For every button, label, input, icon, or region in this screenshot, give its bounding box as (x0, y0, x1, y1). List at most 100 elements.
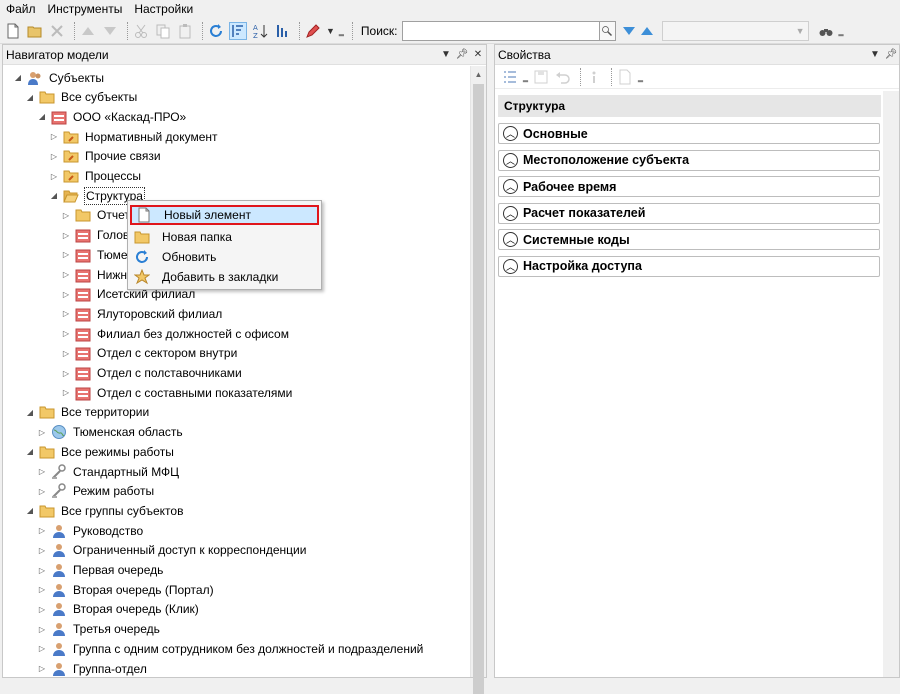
search-prev-icon[interactable] (638, 22, 656, 40)
expand-arrow-icon[interactable]: ▷ (61, 250, 71, 260)
expand-arrow-icon[interactable]: ▷ (37, 486, 47, 496)
list-view-icon[interactable] (501, 68, 519, 86)
expand-arrow-icon[interactable]: ▷ (37, 526, 47, 536)
new-document-icon[interactable] (4, 22, 22, 40)
collapse-circle-icon[interactable]: ︿ (503, 259, 518, 274)
sort-az-icon[interactable]: AZ (251, 22, 269, 40)
expand-arrow-icon[interactable]: ▷ (37, 565, 47, 575)
expand-arrow-icon[interactable]: ▷ (61, 210, 71, 220)
search-next-icon[interactable] (620, 22, 638, 40)
collapse-arrow-icon[interactable]: ◢ (49, 191, 59, 201)
collapse-arrow-icon[interactable]: ◢ (25, 506, 35, 516)
tree-row[interactable]: ▷Вторая очередь (Портал) (37, 580, 215, 599)
expand-arrow-icon[interactable]: ▷ (37, 467, 47, 477)
open-folder-icon[interactable] (26, 22, 44, 40)
binoculars-icon[interactable] (817, 22, 835, 40)
context-new-folder[interactable]: Новая папка (130, 227, 319, 247)
info-icon[interactable] (585, 68, 603, 86)
collapse-circle-icon[interactable]: ︿ (503, 179, 518, 194)
collapse-circle-icon[interactable]: ︿ (503, 206, 518, 221)
collapse-circle-icon[interactable]: ︿ (503, 126, 518, 141)
sort-desc-icon[interactable] (273, 22, 291, 40)
collapse-arrow-icon[interactable]: ◢ (25, 407, 35, 417)
tree-scrollbar[interactable]: ▲ (470, 66, 486, 677)
toolbar-overflow-icon[interactable]: ‗ (523, 72, 528, 82)
tree-row[interactable]: ◢ООО «Каскад-ПРО» (37, 107, 187, 126)
properties-section[interactable]: ︿Рабочее время (498, 176, 880, 197)
tree-row[interactable]: ▷Группа-отдел (37, 659, 148, 677)
properties-section[interactable]: ︿Расчет показателей (498, 203, 880, 224)
tree-row[interactable]: ▷Прочие связи (49, 147, 162, 166)
properties-section[interactable]: ︿Основные (498, 123, 880, 144)
document-icon[interactable] (616, 68, 634, 86)
expand-arrow-icon[interactable]: ▷ (61, 270, 71, 280)
expand-arrow-icon[interactable]: ▷ (37, 585, 47, 595)
properties-scrollbar[interactable] (883, 91, 899, 677)
menu-settings[interactable]: Настройки (128, 0, 199, 18)
tree-row[interactable]: ▷Головн (61, 226, 137, 245)
move-up-icon[interactable] (79, 22, 97, 40)
expand-arrow-icon[interactable]: ▷ (49, 151, 59, 161)
tree-row[interactable]: ▷Филиал без должностей с офисом (61, 324, 290, 343)
scroll-up-icon[interactable]: ▲ (471, 66, 486, 82)
collapse-arrow-icon[interactable]: ◢ (37, 112, 47, 122)
tree-row[interactable]: ▷Группа с одним сотрудником без должност… (37, 639, 424, 658)
chevron-down-icon[interactable]: ▼ (867, 49, 883, 60)
tree-row[interactable]: ▷Нормативный документ (49, 127, 219, 146)
edit-icon[interactable] (304, 22, 322, 40)
menu-file[interactable]: Файл (0, 0, 42, 18)
tree-row[interactable]: ▷Отдел с составными показателями (61, 383, 293, 402)
search-scope-select[interactable]: ▼ (662, 21, 809, 41)
expand-arrow-icon[interactable]: ▷ (37, 604, 47, 614)
context-add-bookmark[interactable]: Добавить в закладки (130, 267, 319, 287)
pin-icon[interactable]: 📌︎ (454, 49, 470, 60)
toolbar-overflow-icon[interactable]: ‗ (638, 72, 643, 82)
collapse-circle-icon[interactable]: ︿ (503, 153, 518, 168)
search-button[interactable] (600, 21, 616, 41)
collapse-arrow-icon[interactable]: ◢ (13, 73, 23, 83)
expand-arrow-icon[interactable]: ▷ (61, 348, 71, 358)
tree-row[interactable]: ◢Все территории (25, 403, 150, 422)
undo-icon[interactable] (554, 68, 572, 86)
tree-row[interactable]: ◢Субъекты (13, 68, 105, 87)
collapse-arrow-icon[interactable]: ◢ (25, 447, 35, 457)
tree-row[interactable]: ▷Первая очередь (37, 561, 164, 580)
close-icon[interactable]: ✕ (470, 49, 486, 60)
tree-row[interactable]: ▷Тюменская область (37, 423, 184, 442)
expand-arrow-icon[interactable]: ▷ (37, 644, 47, 654)
expand-arrow-icon[interactable]: ▷ (61, 329, 71, 339)
properties-section[interactable]: ︿Системные коды (498, 229, 880, 250)
tree-row[interactable]: ▷Ограниченный доступ к корреспонденции (37, 541, 307, 560)
expand-arrow-icon[interactable]: ▷ (37, 427, 47, 437)
tree-row[interactable]: ◢Все режимы работы (25, 442, 175, 461)
tree-row[interactable]: ▷Отдел с сектором внутри (61, 344, 238, 363)
expand-arrow-icon[interactable]: ▷ (37, 624, 47, 634)
scroll-thumb[interactable] (473, 84, 484, 694)
tree-row[interactable]: ▷Стандартный МФЦ (37, 462, 180, 481)
expand-arrow-icon[interactable]: ▷ (61, 368, 71, 378)
context-refresh[interactable]: Обновить (130, 247, 319, 267)
tree-row[interactable]: ▷Ялуторовский филиал (61, 304, 223, 323)
tree-row[interactable]: ▷Тюмен (61, 245, 135, 264)
tree-row[interactable]: ▷Нижне (61, 265, 135, 284)
expand-arrow-icon[interactable]: ▷ (61, 309, 71, 319)
pin-icon[interactable]: 📌︎ (883, 49, 899, 60)
tree-row[interactable]: ▷Режим работы (37, 482, 155, 501)
expand-arrow-icon[interactable]: ▷ (49, 171, 59, 181)
save-icon[interactable] (532, 68, 550, 86)
sort-custom-icon[interactable] (229, 22, 247, 40)
expand-arrow-icon[interactable]: ▷ (49, 132, 59, 142)
properties-section[interactable]: ︿Настройка доступа (498, 256, 880, 277)
expand-arrow-icon[interactable]: ▷ (61, 289, 71, 299)
cut-icon[interactable] (132, 22, 150, 40)
chevron-down-icon[interactable]: ▼ (326, 26, 335, 36)
toolbar-overflow-icon[interactable]: ‗ (839, 26, 844, 36)
tree-row[interactable]: ◢Все группы субъектов (25, 501, 184, 520)
move-down-icon[interactable] (101, 22, 119, 40)
context-new-element[interactable]: Новый элемент (130, 205, 319, 225)
menu-tools[interactable]: Инструменты (42, 0, 129, 18)
search-input[interactable] (402, 21, 600, 41)
tree-row[interactable]: ▷Отдел с полставочниками (61, 364, 243, 383)
paste-icon[interactable] (176, 22, 194, 40)
expand-arrow-icon[interactable]: ▷ (61, 230, 71, 240)
